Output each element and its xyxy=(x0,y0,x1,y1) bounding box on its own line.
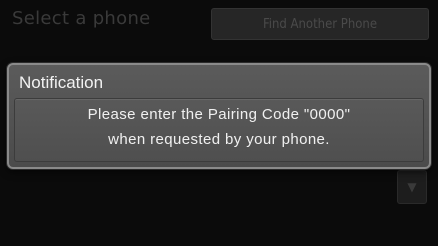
background-header: Select a phone Find Another Phone xyxy=(0,0,438,44)
notification-dialog: Notification Please enter the Pairing Co… xyxy=(7,63,431,169)
find-another-phone-button[interactable]: Find Another Phone xyxy=(211,8,429,40)
dialog-message-line-1: Please enter the Pairing Code "0000" xyxy=(87,106,351,123)
dialog-message-box: Please enter the Pairing Code "0000" whe… xyxy=(14,98,424,162)
dialog-message-line-2: when requested by your phone. xyxy=(108,131,330,148)
chevron-down-icon: ▼ xyxy=(407,180,417,194)
scroll-down-button[interactable]: ▼ xyxy=(397,170,427,204)
page-title: Select a phone xyxy=(12,8,151,29)
phone-pairing-screen: Select a phone Find Another Phone ▼ Noti… xyxy=(0,0,438,246)
dialog-title: Notification xyxy=(19,73,104,92)
